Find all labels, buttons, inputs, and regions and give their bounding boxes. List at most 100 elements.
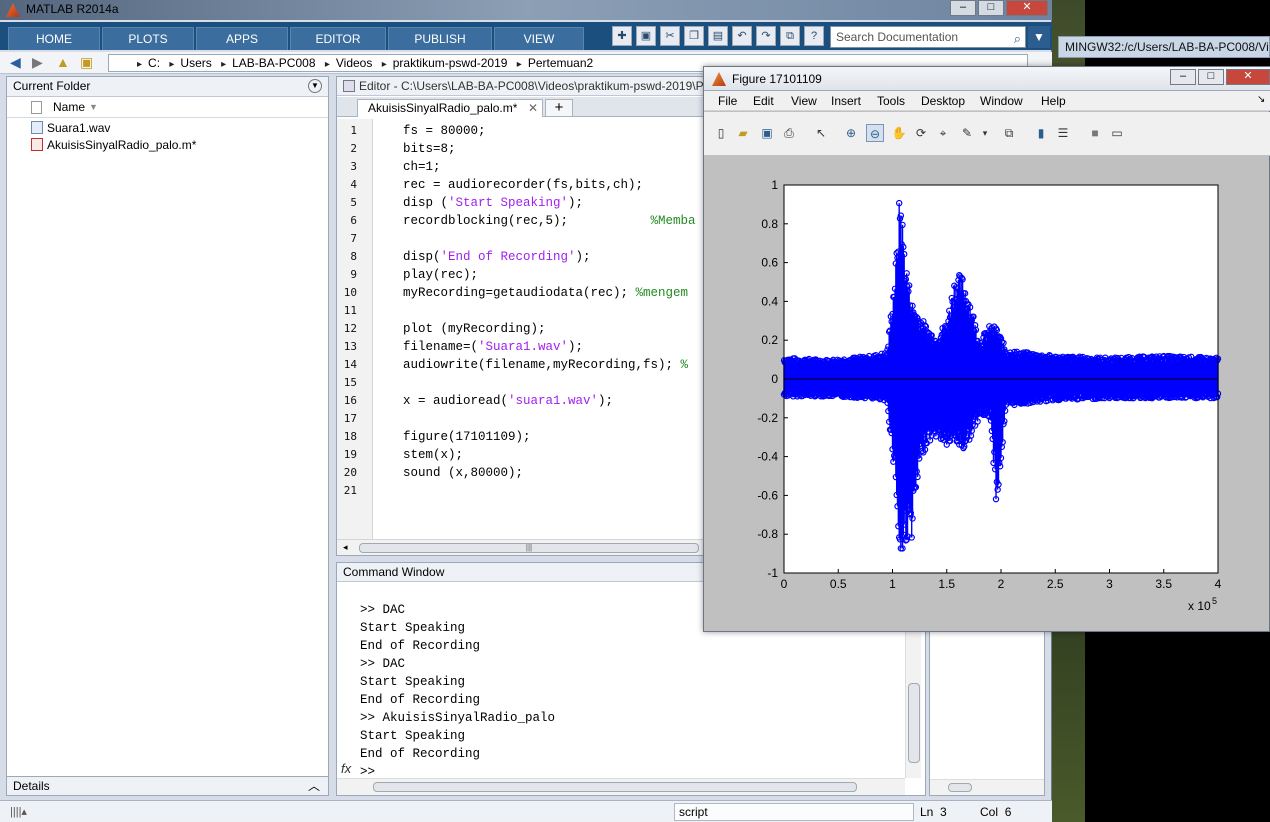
- code-line[interactable]: x = audioread('suara1.wav');: [403, 392, 613, 410]
- details-panel-header[interactable]: Details ︿: [6, 776, 329, 796]
- menu-insert[interactable]: Insert: [831, 94, 861, 108]
- code-line[interactable]: filename=('Suara1.wav');: [403, 338, 583, 356]
- dock-arrow-icon[interactable]: ↘: [1257, 94, 1265, 105]
- forward-arrow-icon[interactable]: ▶: [32, 54, 43, 71]
- redo-icon[interactable]: ↷: [756, 26, 776, 46]
- minimize-button[interactable]: –: [950, 0, 976, 16]
- code-line[interactable]: disp('End of Recording');: [403, 248, 591, 266]
- open-file-icon[interactable]: ▰: [734, 124, 752, 142]
- paste-icon[interactable]: ▤: [708, 26, 728, 46]
- pointer-icon[interactable]: ↖: [812, 124, 830, 142]
- colorbar-icon[interactable]: ▮: [1032, 124, 1050, 142]
- link-plot-icon[interactable]: ⧉: [1000, 124, 1018, 142]
- workspace-horizontal-scrollbar[interactable]: [930, 779, 1044, 795]
- command-horizontal-scrollbar[interactable]: [337, 778, 905, 795]
- editor-tab-file[interactable]: AkuisisSinyalRadio_palo.m* ✕: [357, 99, 543, 117]
- menu-view[interactable]: View: [791, 94, 817, 108]
- maximize-button[interactable]: □: [978, 0, 1004, 16]
- fx-icon[interactable]: fx: [341, 761, 351, 776]
- menu-window[interactable]: Window: [980, 94, 1023, 108]
- new-figure-icon[interactable]: ▯: [712, 124, 730, 142]
- new-icon[interactable]: ✚: [612, 26, 632, 46]
- browse-folder-icon[interactable]: ▣: [80, 54, 93, 71]
- menu-edit[interactable]: Edit: [753, 94, 774, 108]
- cut-icon[interactable]: ✂: [660, 26, 680, 46]
- brush-dropdown-icon[interactable]: ▾: [976, 124, 994, 142]
- tab-editor[interactable]: EDITOR: [290, 27, 386, 50]
- code-line[interactable]: play(rec);: [403, 266, 478, 284]
- print-icon[interactable]: ⎙: [780, 124, 798, 142]
- close-button[interactable]: ✕: [1226, 69, 1270, 85]
- code-line[interactable]: stem(x);: [403, 446, 463, 464]
- list-item[interactable]: AkuisisSinyalRadio_palo.m*: [31, 137, 196, 153]
- code-line[interactable]: audiowrite(filename,myRecording,fs); %: [403, 356, 688, 374]
- help-icon[interactable]: ?: [804, 26, 824, 46]
- path-segment[interactable]: praktikum-pswd-2019: [393, 56, 508, 70]
- chevron-up-icon[interactable]: ︿: [308, 777, 320, 796]
- filter-icon[interactable]: ▼: [1028, 26, 1050, 48]
- tab-home[interactable]: HOME: [8, 27, 100, 50]
- rotate-icon[interactable]: ⟳: [912, 124, 930, 142]
- tab-view[interactable]: VIEW: [494, 27, 584, 50]
- code-line[interactable]: disp ('Start Speaking');: [403, 194, 583, 212]
- pan-icon[interactable]: ✋: [890, 124, 908, 142]
- hide-tools-icon[interactable]: ■: [1086, 124, 1104, 142]
- code-line[interactable]: myRecording=getaudiodata(rec); %mengem: [403, 284, 688, 302]
- data-cursor-icon[interactable]: ⌖: [934, 124, 952, 142]
- path-segment[interactable]: Videos: [336, 56, 372, 70]
- command-prompt[interactable]: >>: [360, 763, 375, 781]
- terminal-window-title[interactable]: MINGW32:/c/Users/LAB-BA-PC008/Vid: [1058, 36, 1270, 58]
- list-item[interactable]: Suara1.wav: [31, 120, 110, 136]
- path-segment[interactable]: C:: [148, 56, 160, 70]
- path-segment[interactable]: Users: [180, 56, 211, 70]
- minimize-button[interactable]: –: [1170, 69, 1196, 85]
- tab-publish[interactable]: PUBLISH: [388, 27, 492, 50]
- back-arrow-icon[interactable]: ◀: [10, 54, 21, 71]
- switch-windows-icon[interactable]: ⧉: [780, 26, 800, 46]
- scroll-thumb[interactable]: |||: [359, 543, 699, 553]
- code-line[interactable]: rec = audiorecorder(fs,bits,ch);: [403, 176, 643, 194]
- maximize-button[interactable]: □: [1198, 69, 1224, 85]
- menu-tools[interactable]: Tools: [877, 94, 905, 108]
- code-line[interactable]: plot (myRecording);: [403, 320, 546, 338]
- tab-plots[interactable]: PLOTS: [102, 27, 194, 50]
- menu-desktop[interactable]: Desktop: [921, 94, 965, 108]
- brush-icon[interactable]: ✎: [958, 124, 976, 142]
- code-line[interactable]: ch=1;: [403, 158, 441, 176]
- editor-horizontal-scrollbar[interactable]: ◂ |||: [337, 539, 705, 555]
- name-column-header[interactable]: Name ▼: [7, 98, 328, 118]
- show-tools-icon[interactable]: ▭: [1108, 124, 1126, 142]
- code-token: bits=8;: [403, 142, 456, 156]
- menu-file[interactable]: File: [718, 94, 737, 108]
- save-icon[interactable]: ▣: [636, 26, 656, 46]
- code-line[interactable]: recordblocking(rec,5); %Memba: [403, 212, 696, 230]
- path-segment[interactable]: LAB-BA-PC008: [232, 56, 315, 70]
- menu-help[interactable]: Help: [1041, 94, 1066, 108]
- code-line[interactable]: sound (x,80000);: [403, 464, 523, 482]
- close-tab-icon[interactable]: ✕: [528, 100, 538, 117]
- code-line[interactable]: bits=8;: [403, 140, 456, 158]
- copy-icon[interactable]: ❐: [684, 26, 704, 46]
- up-folder-icon[interactable]: ▲: [56, 54, 70, 70]
- scroll-thumb[interactable]: [908, 683, 920, 763]
- undo-icon[interactable]: ↶: [732, 26, 752, 46]
- scroll-thumb[interactable]: [948, 783, 972, 792]
- scroll-thumb[interactable]: [373, 782, 857, 792]
- search-documentation-input[interactable]: Search Documentation ⌕: [830, 26, 1026, 48]
- tab-apps[interactable]: APPS: [196, 27, 288, 50]
- close-button[interactable]: ✕: [1006, 0, 1048, 16]
- code-line[interactable]: fs = 80000;: [403, 122, 486, 140]
- zoom-out-icon[interactable]: ⊖: [866, 124, 884, 142]
- code-line[interactable]: figure(17101109);: [403, 428, 531, 446]
- scroll-left-icon[interactable]: ◂: [343, 542, 348, 553]
- new-tab-button[interactable]: +: [545, 99, 573, 117]
- path-segment[interactable]: Pertemuan2: [528, 56, 593, 70]
- legend-icon[interactable]: ☰: [1054, 124, 1072, 142]
- status-grip-icon[interactable]: ||||▴: [10, 805, 27, 818]
- search-icon[interactable]: ⌕: [1014, 29, 1021, 49]
- save-figure-icon[interactable]: ▣: [758, 124, 776, 142]
- stem-plot[interactable]: 0 0.5 1 1.5 2 2.5 3 3.5 4 1 0.8 0.6 0.4 0.2 0 -0.2 -0.4 -…: [704, 156, 1270, 632]
- panel-menu-icon[interactable]: ▼: [308, 79, 322, 93]
- zoom-in-icon[interactable]: ⊕: [842, 124, 860, 142]
- audio-file-icon: [31, 121, 43, 134]
